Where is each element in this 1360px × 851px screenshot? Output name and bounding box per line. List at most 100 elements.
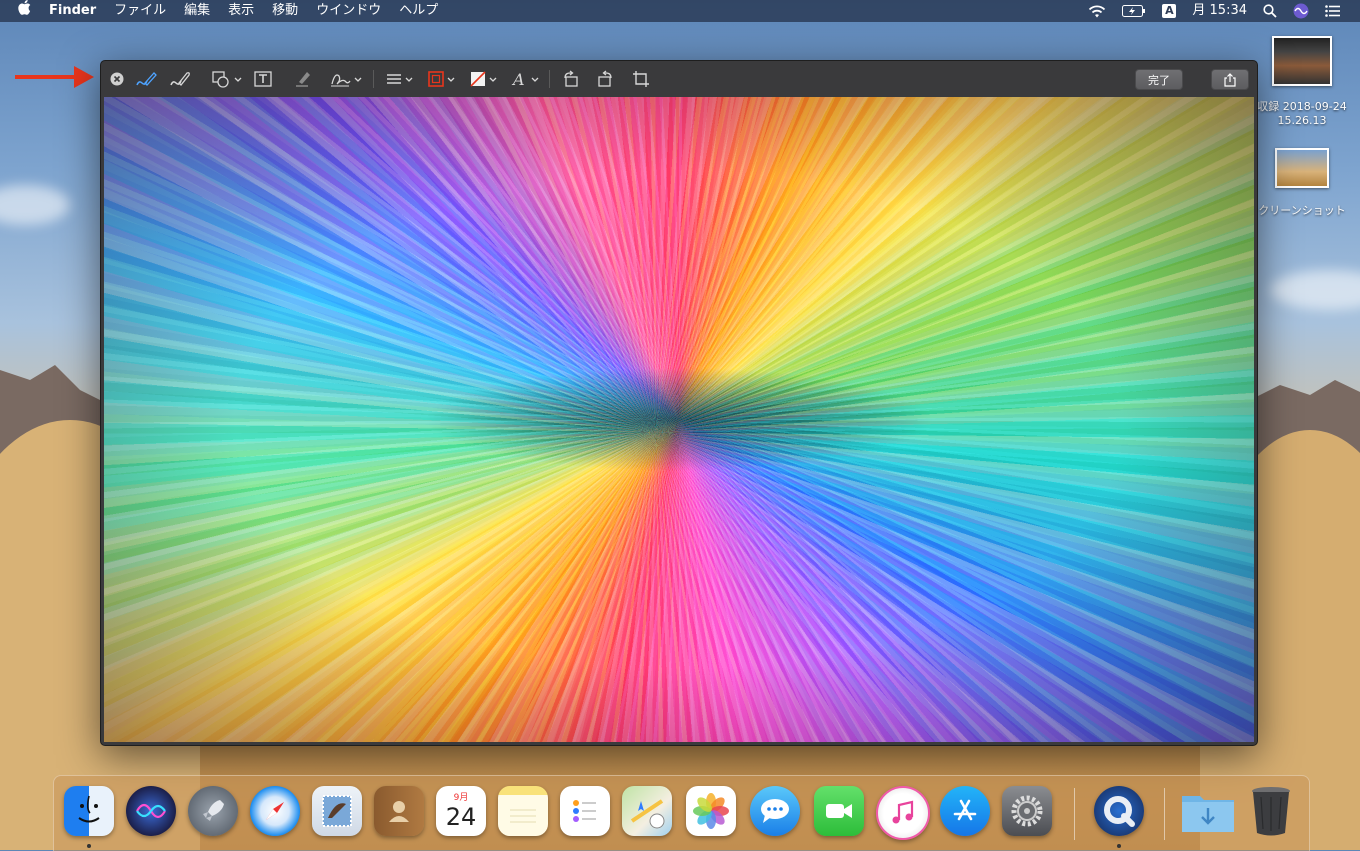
rotate-right-icon <box>598 70 612 87</box>
line-style-tool[interactable] <box>385 69 417 89</box>
apple-icon <box>18 0 31 15</box>
wifi-status[interactable] <box>1080 5 1114 18</box>
text-style-icon: A <box>511 70 539 88</box>
highlight-icon <box>296 72 310 87</box>
dock-maps[interactable] <box>622 786 672 836</box>
music-note-icon <box>892 800 914 824</box>
wifi-icon <box>1089 5 1106 17</box>
menu-edit[interactable]: 編集 <box>175 0 219 22</box>
dock-facetime[interactable] <box>814 786 864 836</box>
dock-app-store[interactable] <box>940 786 990 836</box>
dock-separator <box>1074 788 1075 840</box>
battery-status[interactable] <box>1114 5 1154 17</box>
screenshot-image[interactable] <box>104 97 1254 742</box>
draw-tool[interactable] <box>167 69 193 89</box>
fill-color-icon <box>470 71 497 87</box>
dock-safari[interactable] <box>250 786 300 836</box>
shapes-tool[interactable] <box>211 69 243 89</box>
border-color-tool[interactable] <box>427 69 459 89</box>
done-button[interactable]: 完了 <box>1135 69 1183 90</box>
toolbar-separator <box>373 70 374 88</box>
annotation-arrow-shaft <box>15 75 77 79</box>
compass-icon <box>266 802 284 820</box>
messages-icon <box>761 799 789 823</box>
image-vignette <box>104 97 1254 742</box>
dock-messages[interactable] <box>750 786 800 836</box>
dock-mail[interactable] <box>312 786 362 836</box>
line-style-icon <box>387 74 413 84</box>
text-style-tool[interactable]: A <box>511 69 543 89</box>
signature-tool[interactable] <box>329 69 363 89</box>
running-indicator <box>1117 844 1121 848</box>
toolbar-separator <box>549 70 550 88</box>
calendar-day: 24 <box>445 803 477 831</box>
markup-window: A 完了 <box>100 60 1258 746</box>
file-label: 15.26.13 <box>1277 114 1327 127</box>
dock-photos[interactable] <box>686 786 736 836</box>
crop-button[interactable] <box>631 69 651 89</box>
close-button[interactable] <box>109 69 125 89</box>
dock-launchpad[interactable] <box>188 786 238 836</box>
menu-window[interactable]: ウインドウ <box>307 0 390 22</box>
draw-icon <box>170 72 190 86</box>
dock-quicktime[interactable] <box>1094 786 1144 836</box>
dock-notes[interactable] <box>498 786 548 836</box>
file-thumbnail <box>1272 36 1332 86</box>
input-source-menu[interactable]: A <box>1154 4 1184 18</box>
menu-bar: Finder ファイル 編集 表示 移動 ウインドウ ヘルプ A 月 15:34 <box>0 0 1360 22</box>
crop-icon <box>633 71 649 87</box>
fill-color-tool[interactable] <box>469 69 501 89</box>
highlight-tool[interactable] <box>293 69 313 89</box>
rotate-left-button[interactable] <box>561 69 581 89</box>
dock-calendar[interactable]: 9月 24 <box>436 786 486 836</box>
dock-reminders[interactable] <box>560 786 610 836</box>
sketch-icon <box>136 72 157 86</box>
menu-file[interactable]: ファイル <box>105 0 175 22</box>
desktop-file-screenshot[interactable]: クリーンショット <box>1252 148 1352 218</box>
menu-view[interactable]: 表示 <box>219 0 263 22</box>
desktop-cloud <box>0 185 70 225</box>
downloads-folder-icon <box>1182 796 1234 832</box>
border-color-icon <box>428 71 455 87</box>
dock-finder[interactable] <box>64 786 114 836</box>
siri-icon <box>136 803 166 819</box>
dock-trash[interactable] <box>1246 786 1296 836</box>
menu-go[interactable]: 移動 <box>263 0 307 22</box>
text-box-icon <box>254 71 272 87</box>
rocket-icon <box>203 800 224 821</box>
dock-itunes[interactable] <box>876 786 930 840</box>
dock-system-preferences[interactable] <box>1002 786 1052 836</box>
text-tool[interactable] <box>253 69 273 89</box>
desktop-cloud <box>1270 270 1360 310</box>
app-name-menu[interactable]: Finder <box>40 0 105 22</box>
dock-contacts[interactable] <box>374 786 424 836</box>
annotation-arrow-head <box>74 66 94 88</box>
dock: 9月 24 <box>53 775 1310 851</box>
reminders-icon <box>573 800 596 822</box>
file-label: 収録 2018-09-24 <box>1257 100 1347 113</box>
contacts-icon <box>389 801 409 822</box>
list-icon <box>1325 5 1340 17</box>
input-source-badge: A <box>1162 4 1177 18</box>
siri-button[interactable] <box>1285 3 1317 19</box>
spotlight-button[interactable] <box>1255 4 1285 18</box>
notification-center-button[interactable] <box>1317 5 1360 17</box>
photos-icon <box>693 793 729 829</box>
rotate-right-button[interactable] <box>595 69 615 89</box>
gear-icon <box>1011 795 1043 827</box>
battery-charging-icon <box>1122 5 1146 17</box>
clock[interactable]: 月 15:34 <box>1184 0 1255 22</box>
apple-menu[interactable] <box>0 0 40 23</box>
file-thumbnail <box>1275 148 1329 188</box>
menu-help[interactable]: ヘルプ <box>390 0 447 22</box>
dock-downloads[interactable] <box>1180 786 1236 836</box>
close-icon <box>110 72 124 86</box>
sketch-tool[interactable] <box>133 69 159 89</box>
maps-icon <box>630 799 665 829</box>
mail-stamp-icon <box>322 795 352 827</box>
dock-siri[interactable] <box>126 786 176 836</box>
desktop-file-recording[interactable]: 収録 2018-09-24 15.26.13 <box>1252 36 1352 127</box>
search-icon <box>1263 4 1277 18</box>
share-button[interactable] <box>1211 69 1249 90</box>
signature-icon <box>331 74 362 87</box>
